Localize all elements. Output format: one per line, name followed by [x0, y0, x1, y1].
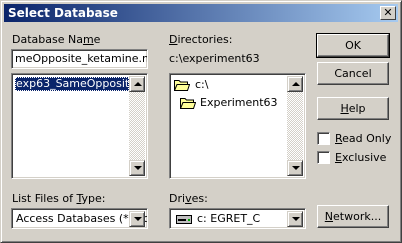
drive-dropdown-button[interactable] — [287, 211, 303, 227]
open-folder-icon — [180, 98, 196, 109]
read-only-label: Read Only — [335, 132, 392, 145]
window-title: Select Database — [8, 6, 118, 20]
hard-drive-icon — [176, 215, 192, 224]
current-path: c:\experiment63 — [169, 52, 260, 65]
file-type-dropdown-button[interactable] — [129, 211, 145, 227]
drives-label: Drives: — [169, 192, 208, 205]
scroll-down-button[interactable] — [287, 160, 303, 176]
directory-list-scrollbar[interactable] — [287, 76, 303, 176]
help-button[interactable]: Help — [317, 97, 389, 120]
drive-select[interactable]: c: EGRET_C — [169, 208, 306, 229]
exclusive-checkbox[interactable] — [317, 151, 330, 164]
file-type-select[interactable]: Access Databases (*.mc — [11, 208, 148, 229]
database-name-input[interactable]: meOpposite_ketamine.mdb — [11, 49, 148, 69]
directories-label: Directories: — [169, 33, 233, 46]
directory-list[interactable]: c:\ Experiment63 — [169, 73, 306, 179]
scroll-up-button[interactable] — [129, 76, 145, 92]
list-item[interactable]: exp63_SameOpposite_k — [15, 77, 129, 91]
arrow-up-icon — [134, 82, 142, 86]
database-name-label: Database Name — [12, 33, 101, 46]
arrow-down-icon — [134, 166, 142, 170]
read-only-checkbox[interactable] — [317, 132, 330, 145]
ok-button[interactable]: OK — [316, 33, 390, 58]
drive-value: c: EGRET_C — [197, 212, 261, 225]
cancel-button[interactable]: Cancel — [317, 62, 389, 85]
select-database-dialog: Select Database ✕ Database Name meOpposi… — [0, 0, 402, 243]
exclusive-label: Exclusive — [335, 151, 387, 164]
file-list-scrollbar[interactable] — [129, 76, 145, 176]
database-file-list[interactable]: exp63_SameOpposite_k — [11, 73, 148, 179]
chevron-down-icon — [292, 217, 300, 221]
scroll-down-button[interactable] — [129, 160, 145, 176]
scroll-up-button[interactable] — [287, 76, 303, 92]
close-button[interactable]: ✕ — [380, 6, 396, 20]
chevron-down-icon — [134, 217, 142, 221]
open-folder-icon — [174, 80, 190, 91]
close-icon: ✕ — [383, 6, 393, 19]
arrow-down-icon — [292, 166, 300, 170]
file-type-label: List Files of Type: — [12, 192, 106, 205]
title-bar[interactable]: Select Database ✕ — [4, 4, 398, 22]
directory-item-label: c:\ — [195, 78, 209, 91]
network-button[interactable]: Network... — [317, 205, 389, 228]
arrow-up-icon — [292, 82, 300, 86]
directory-item-label: Experiment63 — [200, 96, 278, 109]
database-name-value: meOpposite_ketamine.mdb — [15, 52, 147, 65]
